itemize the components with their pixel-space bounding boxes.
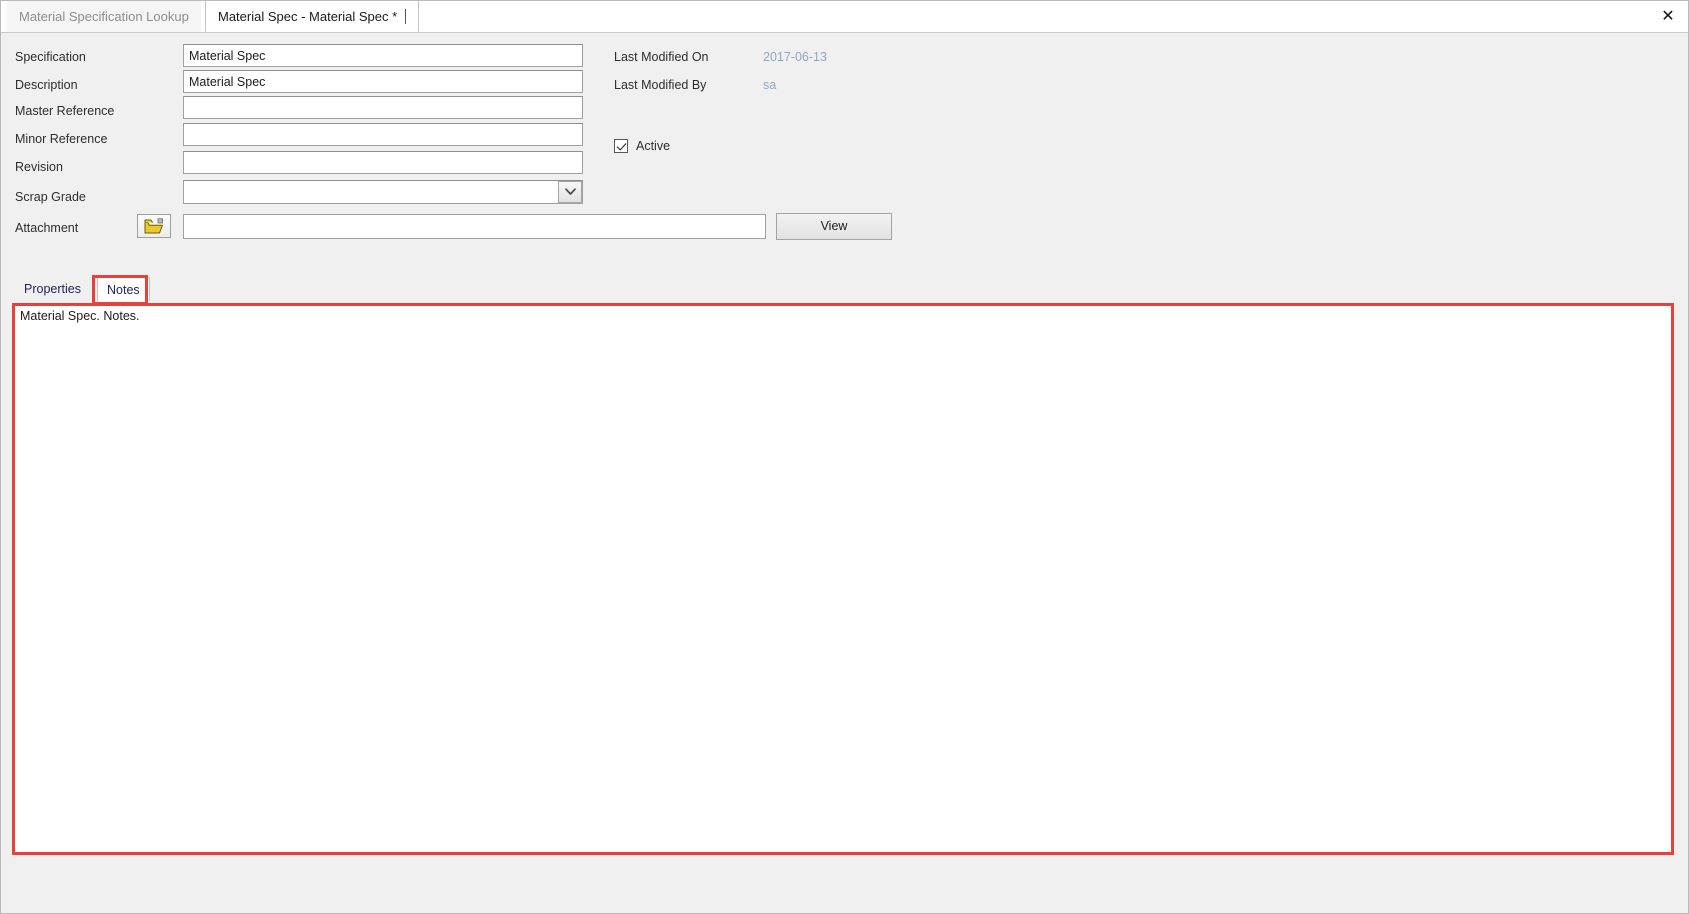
- tab-material-spec[interactable]: Material Spec - Material Spec *: [205, 1, 420, 32]
- tab-label: Notes: [107, 283, 140, 297]
- scrap-grade-input[interactable]: [183, 180, 583, 204]
- notes-textarea[interactable]: [20, 309, 1660, 839]
- label-revision: Revision: [15, 160, 63, 174]
- checkmark-icon: [614, 139, 628, 153]
- form-area: Specification Description Master Referen…: [1, 33, 1688, 255]
- material-spec-window: Material Specification Lookup Material S…: [0, 0, 1689, 914]
- text-caret: [405, 9, 407, 24]
- active-checkbox[interactable]: Active: [614, 139, 670, 153]
- label-specification: Specification: [15, 50, 86, 64]
- active-checkbox-label: Active: [636, 139, 671, 153]
- master-reference-input[interactable]: [183, 96, 583, 119]
- tab-label: Material Specification Lookup: [19, 9, 189, 24]
- tab-properties[interactable]: Properties: [15, 277, 90, 302]
- revision-input[interactable]: [183, 151, 583, 174]
- inner-tabstrip: Properties Notes: [1, 277, 1688, 303]
- open-folder-icon[interactable]: [137, 214, 171, 238]
- label-attachment: Attachment: [15, 221, 79, 235]
- label-scrap-grade: Scrap Grade: [15, 190, 86, 204]
- close-icon[interactable]: ✕: [1656, 4, 1680, 28]
- label-last-modified-on: Last Modified On: [614, 50, 709, 64]
- attachment-path-input[interactable]: [183, 214, 766, 239]
- value-last-modified-by: sa: [763, 78, 777, 92]
- view-button[interactable]: View: [776, 213, 892, 240]
- tab-label: Material Spec - Material Spec *: [218, 9, 398, 24]
- label-master-reference: Master Reference: [15, 104, 115, 118]
- value-last-modified-on: 2017-06-13: [763, 50, 827, 64]
- tab-label: Properties: [24, 282, 81, 296]
- tab-material-specification-lookup[interactable]: Material Specification Lookup: [7, 1, 201, 32]
- tab-notes[interactable]: Notes: [97, 277, 150, 302]
- description-input[interactable]: [183, 70, 583, 93]
- chevron-down-icon[interactable]: [558, 181, 582, 203]
- label-minor-reference: Minor Reference: [15, 132, 108, 146]
- window-bottom-strip: [1, 903, 1688, 913]
- scrap-grade-combobox[interactable]: [183, 180, 583, 204]
- label-last-modified-by: Last Modified By: [614, 78, 707, 92]
- label-description: Description: [15, 78, 78, 92]
- specification-input[interactable]: [183, 44, 583, 67]
- notes-panel: [12, 303, 1674, 855]
- document-tabstrip: Material Specification Lookup Material S…: [1, 1, 1688, 33]
- minor-reference-input[interactable]: [183, 123, 583, 146]
